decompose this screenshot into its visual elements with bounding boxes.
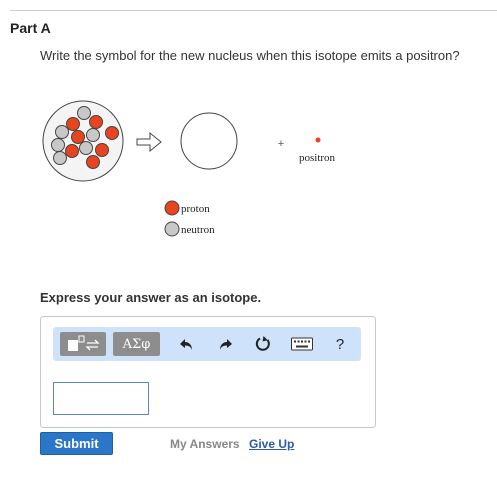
undo-icon	[180, 339, 192, 350]
question-text: Write the symbol for the new nucleus whe…	[40, 48, 460, 63]
answer-panel: ΑΣφ ?	[40, 316, 376, 428]
proton	[89, 115, 103, 129]
undo-button[interactable]	[177, 334, 197, 354]
instruction-text: Express your answer as an isotope.	[40, 290, 262, 305]
help-label: ?	[335, 335, 345, 353]
symbols-button[interactable]: ΑΣφ	[113, 332, 160, 356]
positron-label: positron	[299, 152, 336, 164]
proton	[66, 117, 80, 131]
keyboard-button[interactable]	[290, 334, 314, 354]
redo-button[interactable]	[215, 334, 235, 354]
neutron	[77, 106, 91, 120]
legend-proton-label: proton	[181, 203, 210, 215]
plus-sign: +	[278, 138, 284, 150]
neutron	[79, 141, 93, 155]
math-toolbar: ΑΣφ ?	[53, 327, 361, 361]
help-button[interactable]: ?	[330, 334, 350, 354]
original-nucleus	[42, 100, 124, 182]
neutron	[51, 138, 65, 152]
new-nucleus	[180, 112, 238, 170]
legend: proton neutron	[164, 200, 215, 237]
redo-icon	[220, 339, 232, 350]
top-divider	[10, 10, 497, 11]
proton	[71, 130, 85, 144]
symbols-label: ΑΣφ	[122, 336, 151, 352]
legend-neutron-swatch	[164, 221, 180, 237]
part-title: Part A	[10, 20, 51, 36]
template-icon	[68, 335, 100, 351]
keyboard-icon	[291, 337, 313, 351]
arrow-icon	[136, 131, 162, 153]
proton	[105, 126, 119, 140]
isotope-figure: + positron proton neutron	[42, 100, 336, 237]
legend-neutron-label: neutron	[181, 224, 215, 236]
legend-proton-swatch	[164, 200, 180, 216]
submit-button[interactable]: Submit	[40, 432, 113, 455]
reset-button[interactable]	[253, 334, 273, 354]
template-button[interactable]	[60, 332, 106, 356]
give-up-link[interactable]: Give Up	[249, 437, 294, 451]
neutron	[53, 151, 67, 165]
proton	[65, 144, 79, 158]
positron-particle	[315, 137, 321, 143]
my-answers-link[interactable]: My Answers	[170, 437, 240, 451]
reset-icon	[255, 336, 270, 351]
proton	[95, 143, 109, 157]
answer-input[interactable]	[53, 382, 149, 415]
proton	[86, 155, 100, 169]
neutron	[86, 128, 100, 142]
neutron	[55, 125, 69, 139]
